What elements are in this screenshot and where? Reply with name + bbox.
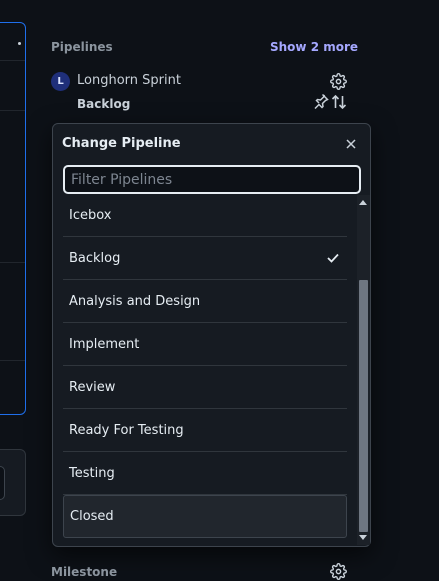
gear-icon[interactable] [330, 563, 347, 580]
pipeline-option-label: Review [69, 379, 116, 395]
divider [0, 360, 25, 361]
pipeline-option-label: Testing [69, 465, 115, 481]
scroll-down-arrow-icon[interactable] [359, 535, 367, 540]
gear-icon[interactable] [330, 73, 347, 90]
scroll-thumb[interactable] [359, 280, 368, 532]
milestone-title: Milestone [51, 565, 118, 579]
pin-icon[interactable] [313, 93, 329, 109]
left-card-button[interactable] [0, 466, 5, 500]
scrollbar[interactable] [357, 195, 370, 545]
pipeline-option-label: Icebox [69, 207, 112, 223]
checkmark-icon [327, 252, 339, 267]
pipeline-option-label: Analysis and Design [69, 293, 201, 309]
divider [0, 110, 25, 111]
pipeline-option[interactable]: Review [63, 366, 347, 409]
close-icon[interactable] [344, 136, 358, 150]
pipeline-option[interactable]: Implement [63, 323, 347, 366]
sort-arrows-icon[interactable] [331, 94, 347, 110]
left-main-panel [0, 22, 26, 415]
repo-name: Longhorn Sprint [77, 73, 181, 88]
pipelines-title: Pipelines [51, 40, 113, 54]
divider [0, 60, 25, 61]
left-card [0, 449, 26, 516]
pipeline-option-label: Implement [69, 336, 140, 352]
current-pipeline[interactable]: Backlog [77, 97, 130, 111]
pipeline-option[interactable]: Analysis and Design [63, 280, 347, 323]
pipeline-option-label: Backlog [69, 250, 121, 266]
repo-avatar: L [51, 72, 70, 91]
pipeline-option[interactable]: Icebox [63, 194, 347, 237]
divider [0, 262, 25, 263]
pipeline-option[interactable]: Ready For Testing [63, 409, 347, 452]
page-root: Pipelines Show 2 more L Longhorn Sprint … [0, 0, 439, 581]
change-pipeline-dropdown: Change Pipeline Icebox Backlog Analysis … [52, 123, 371, 547]
more-dot-icon[interactable] [18, 42, 21, 45]
pipeline-list: Icebox Backlog Analysis and Design Imple… [63, 194, 347, 539]
pipeline-option-label: Ready For Testing [69, 422, 184, 438]
dropdown-title: Change Pipeline [62, 136, 181, 151]
scroll-up-arrow-icon[interactable] [359, 200, 367, 205]
pipeline-option-selected[interactable]: Backlog [63, 237, 347, 280]
show-more-link[interactable]: Show 2 more [270, 40, 358, 54]
pipeline-option-hovered[interactable]: Closed [63, 495, 347, 538]
filter-pipelines-input[interactable] [63, 165, 361, 194]
pipeline-option-label: Closed [70, 509, 114, 524]
pipeline-option[interactable]: Testing [63, 452, 347, 495]
